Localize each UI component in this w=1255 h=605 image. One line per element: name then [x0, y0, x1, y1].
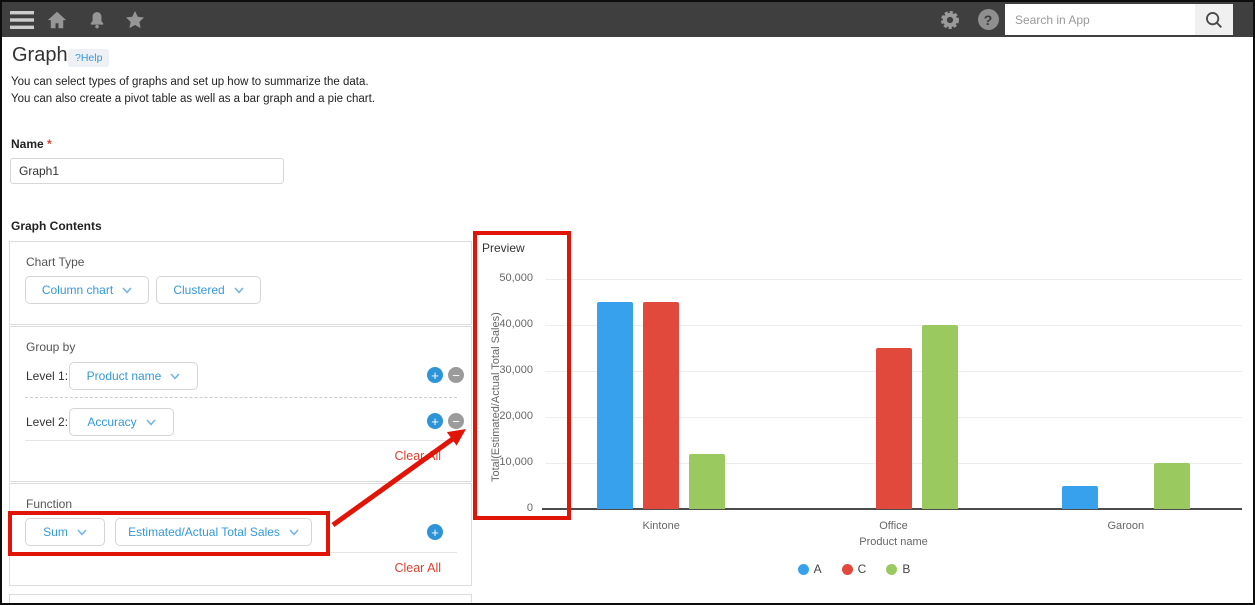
chart-mode-value: Clustered — [173, 283, 224, 297]
next-panel-partial — [9, 594, 472, 605]
bar-Kintone-B — [689, 454, 725, 509]
page-description-line1: You can select types of graphs and set u… — [11, 76, 369, 88]
function-clear-all-link[interactable]: Clear All — [394, 561, 441, 575]
bar-Kintone-C — [643, 302, 679, 509]
group-by-clear-all-link[interactable]: Clear All — [394, 449, 441, 463]
preview-label: Preview — [482, 241, 525, 255]
help-link[interactable]: ?Help — [68, 49, 109, 67]
y-tick-label: 40,000 — [459, 318, 533, 330]
chevron-down-icon — [289, 529, 299, 536]
legend-dot — [886, 564, 897, 575]
chevron-down-icon — [234, 287, 244, 294]
group-by-panel: Group by Level 1: Product name + − Level… — [9, 326, 472, 482]
category-label: Office — [834, 520, 954, 532]
level-2-add-button[interactable]: + — [427, 413, 443, 429]
function-panel: Function Sum Estimated/Actual Total Sale… — [9, 483, 472, 586]
graph-contents-heading: Graph Contents — [11, 219, 102, 233]
star-icon[interactable] — [120, 2, 150, 37]
graph-name-input[interactable] — [10, 158, 284, 184]
page-description-line2: You can also create a pivot table as wel… — [11, 93, 375, 105]
level-divider — [25, 397, 457, 398]
level-1-field-value: Product name — [87, 369, 162, 383]
search-input[interactable] — [1005, 4, 1195, 35]
search-button[interactable] — [1195, 4, 1233, 35]
function-field-dropdown[interactable]: Estimated/Actual Total Sales — [115, 518, 312, 546]
function-field-value: Estimated/Actual Total Sales — [128, 525, 280, 539]
bell-icon[interactable] — [82, 2, 112, 37]
legend-dot — [842, 564, 853, 575]
chart-type-value: Column chart — [42, 283, 113, 297]
bar-Office-B — [922, 325, 958, 509]
required-asterisk: * — [47, 137, 52, 151]
preview-chart: Total(Estimated/Actual Total Sales) 010,… — [459, 279, 1249, 589]
y-tick-label: 50,000 — [459, 272, 533, 284]
name-label: Name * — [11, 137, 52, 151]
section-divider — [25, 440, 457, 441]
chart-type-panel: Chart Type Column chart Clustered — [9, 241, 472, 325]
chart-legend: ACB — [459, 562, 1249, 576]
help-icon-glyph: ? — [984, 12, 993, 28]
help-icon[interactable]: ? — [974, 2, 1002, 37]
gridline — [545, 279, 1242, 280]
chevron-down-icon — [122, 287, 132, 294]
level-2-field-value: Accuracy — [87, 415, 136, 429]
bar-Office-C — [876, 348, 912, 509]
category-label: Garoon — [1066, 520, 1186, 532]
top-bar: ? — [2, 2, 1253, 37]
level-1-add-button[interactable]: + — [427, 367, 443, 383]
y-axis-ticks: 010,00020,00030,00040,00050,000 — [459, 279, 539, 509]
hamburger-menu-icon[interactable] — [6, 2, 38, 37]
y-tick-label: 0 — [459, 502, 533, 514]
search-icon — [1203, 9, 1225, 31]
function-section-label: Function — [26, 497, 72, 511]
gear-icon[interactable] — [936, 2, 964, 37]
legend-label: C — [858, 562, 867, 576]
group-by-section-label: Group by — [26, 340, 75, 354]
y-tick-label: 20,000 — [459, 410, 533, 422]
level-2-label: Level 2: — [26, 415, 68, 429]
x-axis-title: Product name — [545, 536, 1242, 548]
level-1-field-dropdown[interactable]: Product name — [69, 362, 198, 390]
chevron-down-icon — [170, 373, 180, 380]
level-1-label: Level 1: — [26, 369, 68, 383]
chevron-down-icon — [77, 529, 87, 536]
bar-Garoon-A — [1062, 486, 1098, 509]
legend-label: B — [902, 562, 910, 576]
chevron-down-icon — [146, 419, 156, 426]
legend-item-A: A — [798, 562, 822, 576]
level-2-field-dropdown[interactable]: Accuracy — [69, 408, 174, 436]
legend-label: A — [814, 562, 822, 576]
chart-mode-dropdown[interactable]: Clustered — [156, 276, 261, 304]
section-divider — [25, 552, 457, 553]
legend-item-C: C — [842, 562, 867, 576]
plot-area: KintoneOfficeGaroon — [545, 279, 1242, 509]
bar-Garoon-B — [1154, 463, 1190, 509]
app-window: ? Graph ?Help You can select types of gr… — [0, 0, 1255, 605]
page-title: Graph — [12, 44, 68, 67]
y-tick-label: 30,000 — [459, 364, 533, 376]
function-add-button[interactable]: + — [427, 524, 443, 540]
bar-Kintone-A — [597, 302, 633, 509]
chart-type-section-label: Chart Type — [26, 255, 84, 269]
category-label: Kintone — [601, 520, 721, 532]
legend-dot — [798, 564, 809, 575]
function-dropdown[interactable]: Sum — [25, 518, 105, 546]
home-icon[interactable] — [42, 2, 72, 37]
y-tick-label: 10,000 — [459, 456, 533, 468]
function-value: Sum — [43, 525, 68, 539]
legend-item-B: B — [886, 562, 910, 576]
chart-type-dropdown[interactable]: Column chart — [25, 276, 149, 304]
